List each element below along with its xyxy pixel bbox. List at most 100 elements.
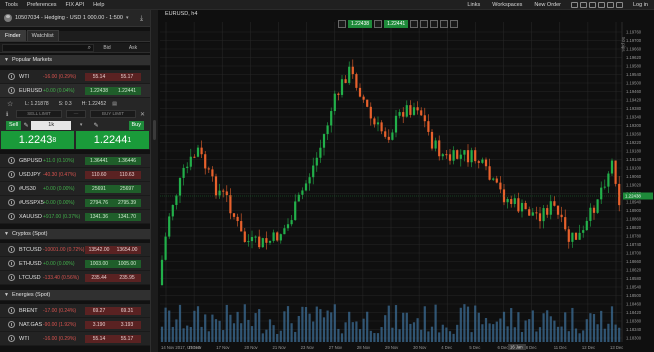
notification-icon[interactable] — [571, 1, 578, 8]
volume-bar — [243, 304, 246, 342]
list-item[interactable]: LTCUSD -133.40 (0.56%) 235.44 235.95 — [0, 271, 150, 285]
list-item[interactable]: #USSPX5 +0.00 (0.00%) 2794.76 2795.39 — [0, 196, 150, 210]
menu-fix-api[interactable]: FIX API — [61, 2, 89, 8]
bid-price[interactable]: 13542.00 — [85, 245, 113, 254]
window-icon[interactable] — [607, 1, 614, 8]
buy-price-button[interactable]: 1.2244 1 — [76, 131, 149, 149]
panel-scrollbar[interactable] — [150, 10, 158, 352]
bid-price[interactable]: 110.60 — [85, 170, 113, 179]
price-chart[interactable]: 1.19760 1.19700 1.19660 1.19620 1.19580 1.195… — [158, 10, 654, 352]
candle-body — [556, 205, 560, 215]
layout-icon[interactable] — [589, 1, 596, 8]
ask-price[interactable]: 3.193 — [113, 320, 141, 329]
volume-bar — [261, 333, 264, 342]
symbol: LTCUSD — [19, 274, 41, 281]
scroll-thumb[interactable] — [153, 120, 156, 140]
list-item[interactable]: EURUSD +0.00 (0.04%) 1.22438 1.22441 — [0, 84, 150, 98]
tab-finder[interactable]: Finder — [0, 30, 26, 41]
list-item[interactable]: GBPUSD +11.0 (0.10%) 1.36441 1.36446 — [0, 154, 150, 168]
tab-watchlist[interactable]: Watchlist — [26, 30, 59, 41]
section-energies[interactable]: ▼ Energies (Spot) — [0, 290, 150, 301]
chart-qty-icon[interactable] — [374, 20, 383, 28]
bid-price[interactable]: 25691 — [85, 184, 113, 193]
chart-tool-icon-4[interactable] — [440, 20, 449, 28]
menu-tools[interactable]: Tools — [0, 2, 22, 8]
list-item[interactable]: BTCUSD -10001.00 (0.72%) 13542.00 13654.00 — [0, 243, 150, 257]
chevron-down-icon[interactable]: ▾ — [126, 15, 129, 21]
candle-body — [585, 220, 588, 231]
section-popular-markets[interactable]: ▼ Popular Markets — [0, 55, 150, 66]
chart-buy-button[interactable]: 1.22441 — [384, 20, 409, 28]
ask-price[interactable]: 110.63 — [113, 170, 141, 179]
ask-price[interactable]: 55.17 — [113, 72, 141, 81]
ask-price[interactable]: 1341.70 — [113, 212, 141, 221]
bid-price[interactable]: 235.44 — [85, 273, 113, 282]
quantity-input[interactable]: 1k — [31, 120, 72, 130]
bid-price[interactable]: 2794.76 — [85, 198, 113, 207]
menu-links[interactable]: Links — [461, 2, 486, 8]
list-item[interactable]: XAUUSD +917.00 (0.37%) 1341.36 1341.70 — [0, 210, 150, 224]
ask-price[interactable]: 55.17 — [113, 334, 141, 343]
edit-icon[interactable]: ✎ — [21, 122, 31, 129]
y-tick-label: 1.19700 — [626, 38, 642, 43]
sell-price-button[interactable]: 1.2243 8 — [1, 131, 74, 149]
fullscreen-icon[interactable] — [616, 1, 623, 8]
bid-price[interactable]: 3.190 — [85, 320, 113, 329]
candle-body — [294, 201, 297, 221]
search-input[interactable]: ⌕ — [2, 43, 94, 52]
ticket-close-icon[interactable]: ✕ — [140, 111, 148, 118]
star-icon[interactable]: ☆ — [7, 100, 15, 108]
list-item[interactable]: BRENT -17.00 (0.24%) 69.27 69.31 — [0, 304, 150, 318]
edit-icon-2[interactable]: ✎ — [91, 122, 101, 129]
ask-price[interactable]: 235.95 — [113, 273, 141, 282]
menu-workspaces[interactable]: Workspaces — [486, 2, 528, 8]
bid-price[interactable]: 69.27 — [85, 306, 113, 315]
bid-price[interactable]: 1341.36 — [85, 212, 113, 221]
chart-tool-icon-2[interactable] — [420, 20, 429, 28]
camera-icon[interactable] — [580, 1, 587, 8]
menu-new-order[interactable]: New Order — [528, 2, 567, 8]
chart-icon[interactable] — [598, 1, 605, 8]
ask-price[interactable]: 1.22441 — [113, 86, 141, 95]
chart-tool-icon-3[interactable] — [430, 20, 439, 28]
menu-icon[interactable]: ▤ — [112, 101, 117, 107]
ask-price[interactable]: 2795.39 — [113, 198, 141, 207]
list-item[interactable]: NAT.GAS -90.00 (1.92%) 3.190 3.193 — [0, 318, 150, 332]
buy-label[interactable]: Buy — [128, 120, 144, 130]
ask-price[interactable]: 69.31 — [113, 306, 141, 315]
chart-sell-button[interactable]: 1.22438 — [348, 20, 373, 28]
chart-settings-icon[interactable] — [338, 20, 346, 28]
bid-price[interactable]: 1.36441 — [85, 156, 113, 165]
quantity-stepper[interactable]: ▾ — [71, 122, 91, 128]
chart-tool-icon-1[interactable] — [410, 20, 419, 28]
menu-preferences[interactable]: Preferences — [22, 2, 61, 8]
bid-price[interactable]: 55.14 — [85, 72, 113, 81]
ask-price[interactable]: 13654.00 — [113, 245, 141, 254]
list-item[interactable]: ETHUSD +0.00 (0.00%) 1003.00 1005.00 — [0, 257, 150, 271]
sell-label[interactable]: Sell — [6, 120, 22, 130]
list-item[interactable]: USDJPY -40.30 (0.47%) 110.60 110.63 — [0, 168, 150, 182]
y-tick-label: 1.19100 — [626, 166, 642, 171]
ask-price[interactable]: 25697 — [113, 184, 141, 193]
menu-login[interactable]: Log in — [627, 2, 654, 8]
bid-price[interactable]: 1.22438 — [85, 86, 113, 95]
section-cryptos[interactable]: ▼ Cryptos (Spot) — [0, 229, 150, 240]
list-item[interactable]: WTI -16.00 (0.29%) 55.14 55.17 — [0, 332, 150, 346]
toolbar-icons — [571, 1, 623, 8]
candle-body — [495, 178, 498, 183]
ask-price[interactable]: 1.36446 — [113, 156, 141, 165]
account-bar[interactable]: 10507034 - Hedging - USD 1 000.00 - 1:50… — [0, 10, 150, 27]
buy-limit-button[interactable]: BUY LIMIT — [90, 110, 136, 118]
bid-price[interactable]: 1003.00 — [85, 259, 113, 268]
bid-price[interactable]: 55.14 — [85, 334, 113, 343]
volume-bar — [304, 307, 308, 342]
chart-tool-icon-5[interactable] — [450, 20, 459, 28]
download-icon[interactable]: ⤓ — [137, 14, 146, 23]
ask-price[interactable]: 1005.00 — [113, 259, 141, 268]
sell-limit-button[interactable]: SELL LIMIT — [16, 110, 62, 118]
list-item[interactable]: #US30 +0.00 (0.00%) 25691 25697 — [0, 182, 150, 196]
list-item[interactable]: WTI -16.00 (0.29%) 55.14 55.17 — [0, 70, 150, 84]
volume-bar — [301, 306, 304, 342]
candle-body — [376, 122, 380, 125]
menu-help[interactable]: Help — [88, 2, 108, 8]
